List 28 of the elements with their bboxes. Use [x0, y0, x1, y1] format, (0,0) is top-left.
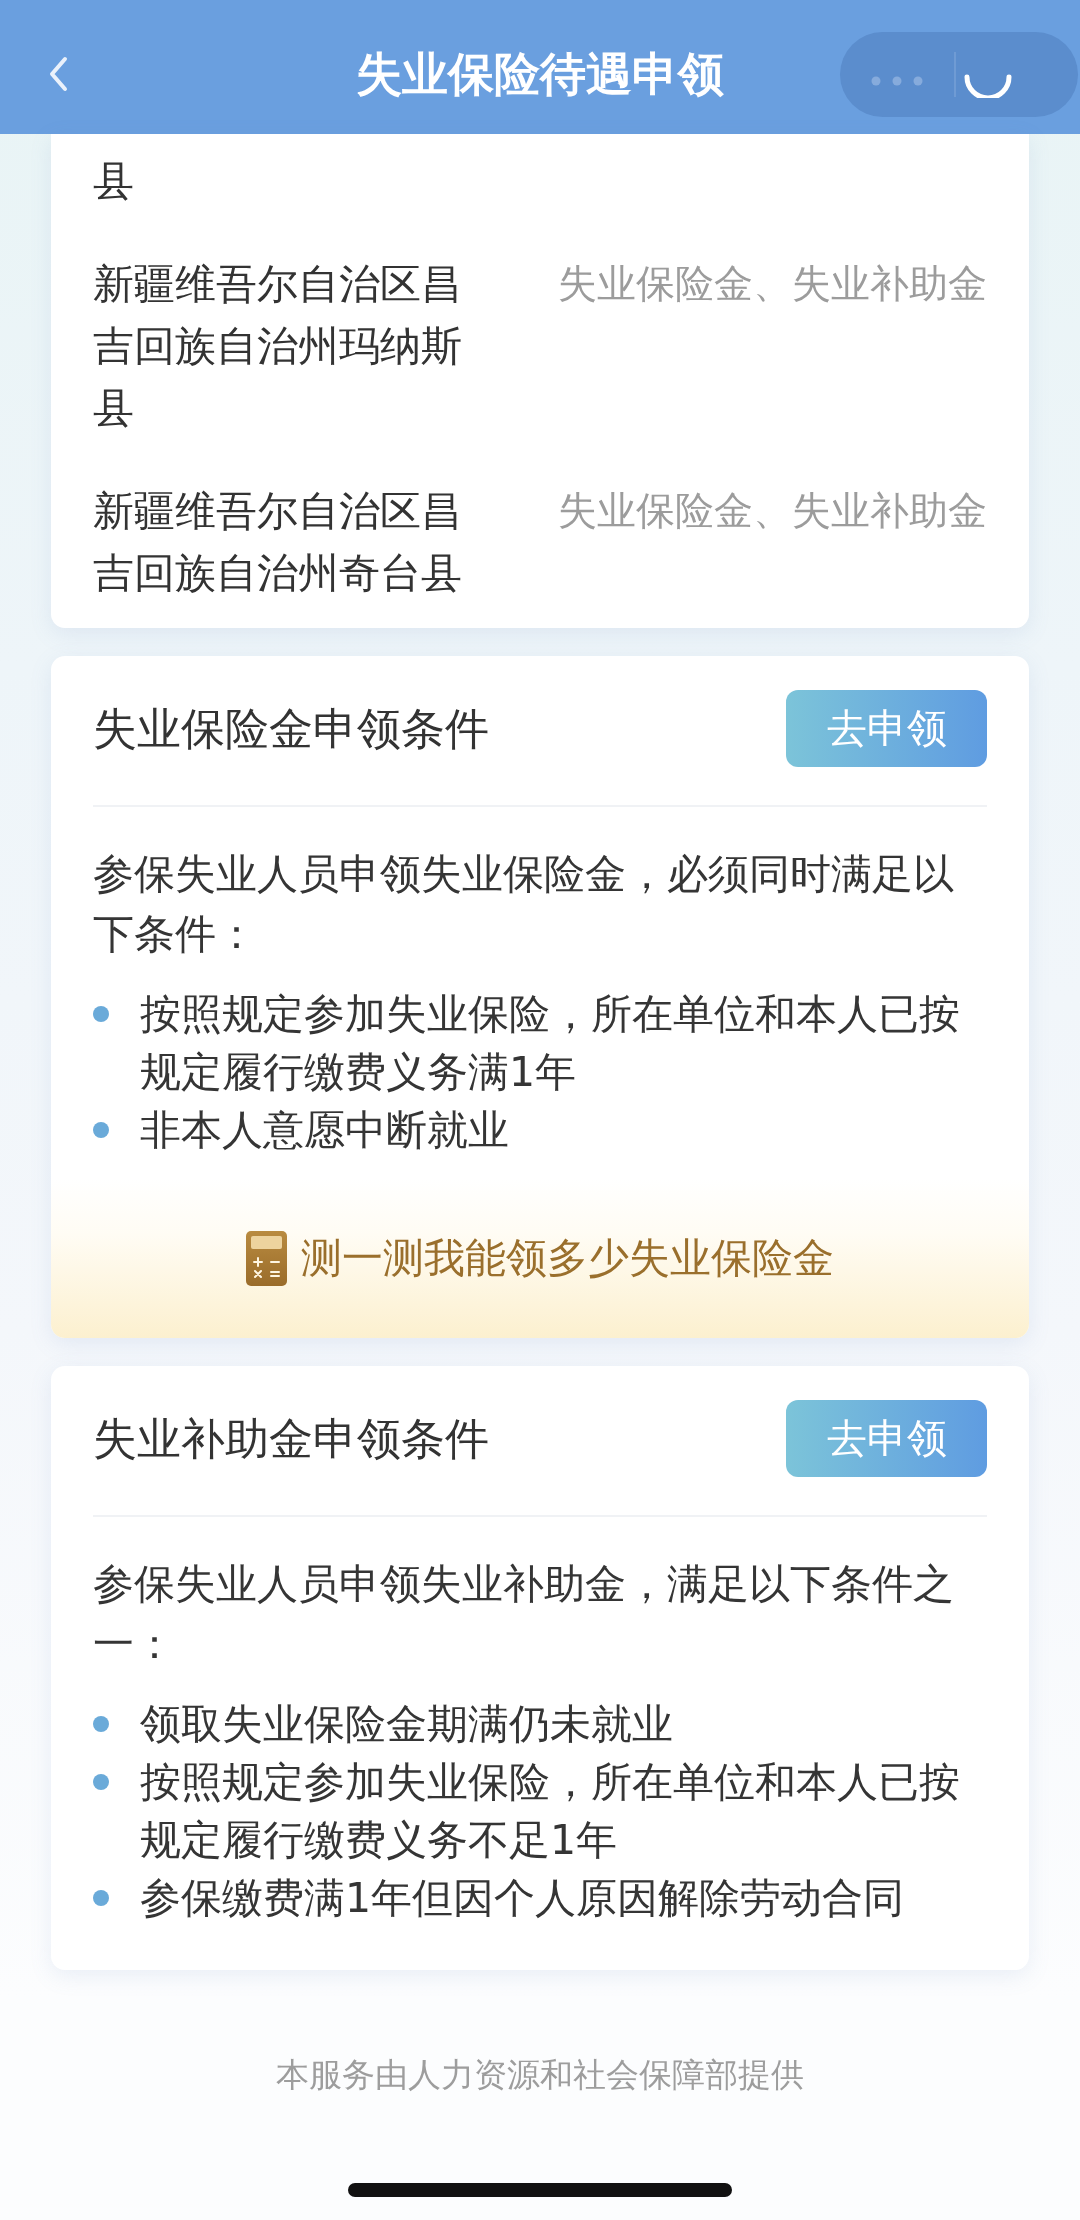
- region-name: 新疆维吾尔自治区昌吉回族自治州玛纳斯县: [93, 259, 463, 434]
- more-icon[interactable]: [871, 76, 923, 86]
- apply-button[interactable]: 去申领: [786, 690, 987, 767]
- provider-note: 本服务由人力资源和社会保障部提供: [276, 2054, 804, 2096]
- region-name: 县: [93, 156, 135, 207]
- benefit-types: 失业保险金、失业补助金: [558, 260, 987, 308]
- condition-text: 参保缴费满1年但因个人原因解除劳动合同: [140, 1873, 905, 1924]
- bullet-icon: [93, 1716, 109, 1732]
- card-title: 失业保险金申领条件: [93, 701, 489, 756]
- calculator-link[interactable]: 测一测我能领多少失业保险金: [51, 1178, 1029, 1338]
- bullet-icon: [93, 1122, 109, 1138]
- bullet-icon: [93, 1890, 109, 1906]
- arc-icon[interactable]: [964, 73, 1012, 98]
- back-icon[interactable]: [48, 56, 68, 92]
- condition-text: 非本人意愿中断就业: [140, 1105, 509, 1156]
- benefit-types: 失业保险金、失业补助金: [558, 487, 987, 535]
- region-name: 新疆维吾尔自治区昌吉回族自治州奇台县: [93, 486, 463, 599]
- card-title: 失业补助金申领条件: [93, 1411, 489, 1466]
- page-title: 失业保险待遇申领: [356, 46, 724, 102]
- bullet-icon: [93, 1774, 109, 1790]
- condition-text: 按照规定参加失业保险，所在单位和本人已按规定履行缴费义务不足1年: [140, 1757, 961, 1866]
- condition-text: 领取失业保险金期满仍未就业: [140, 1699, 673, 1750]
- condition-intro: 参保失业人员申领失业保险金，必须同时满足以下条件：: [93, 849, 955, 960]
- condition-intro: 参保失业人员申领失业补助金，满足以下条件之一：: [93, 1559, 955, 1670]
- apply-button[interactable]: 去申领: [786, 1400, 987, 1477]
- calculator-icon: [246, 1230, 287, 1286]
- condition-text: 按照规定参加失业保险，所在单位和本人已按规定履行缴费义务满1年: [140, 989, 961, 1098]
- bullet-icon: [93, 1006, 109, 1022]
